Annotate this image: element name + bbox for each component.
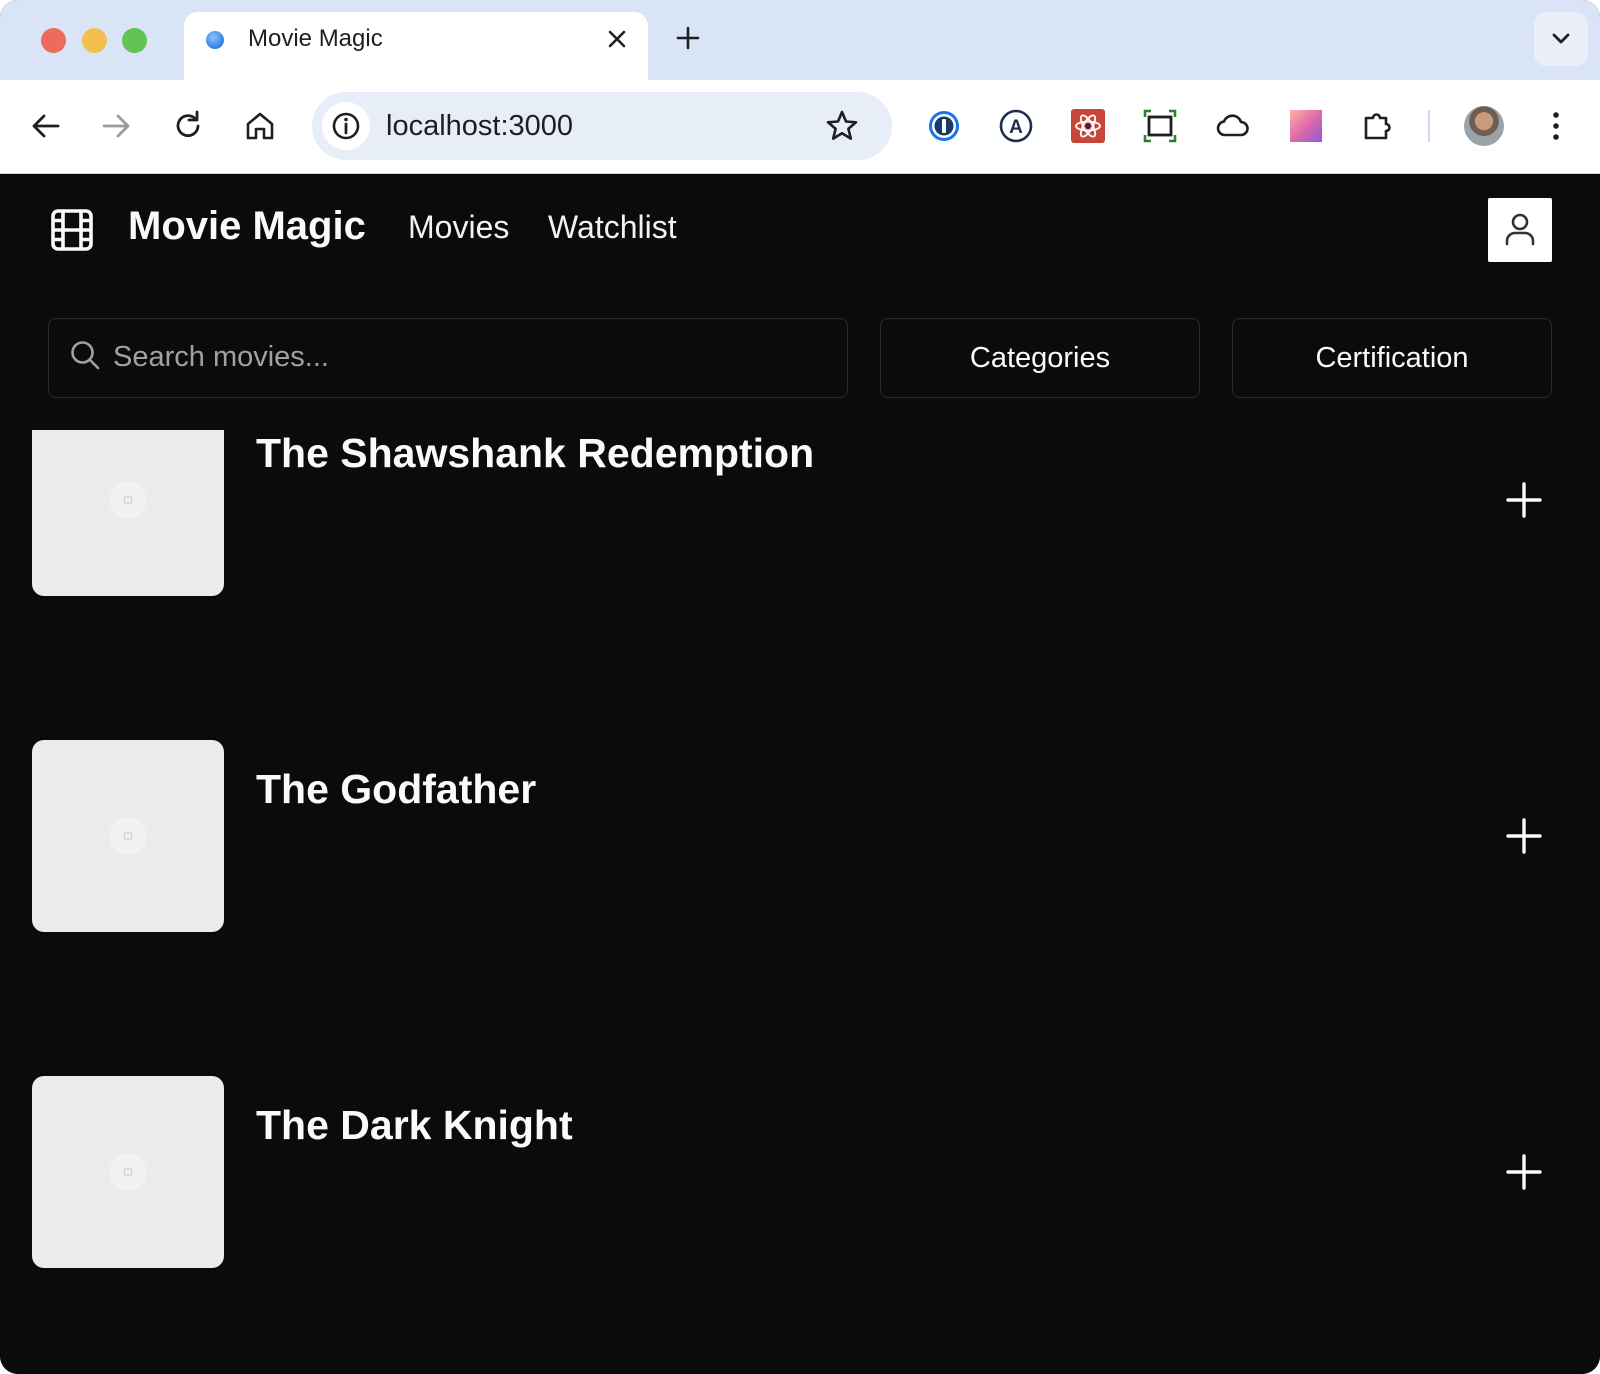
favicon-icon xyxy=(206,31,224,49)
minimize-window-button[interactable] xyxy=(82,28,107,53)
address-bar[interactable]: localhost:3000 xyxy=(312,92,892,160)
user-icon xyxy=(1505,213,1535,246)
add-to-watchlist-icon[interactable] xyxy=(1504,1152,1544,1192)
image-placeholder-icon xyxy=(109,481,147,519)
movie-title[interactable]: The Dark Knight xyxy=(256,1102,573,1149)
brand-title[interactable]: Movie Magic xyxy=(128,204,366,249)
add-to-watchlist-icon[interactable] xyxy=(1504,480,1544,520)
back-icon[interactable] xyxy=(26,106,66,146)
film-icon[interactable] xyxy=(50,208,94,252)
new-tab-icon[interactable] xyxy=(672,22,704,54)
browser-toolbar: localhost:3000 A xyxy=(0,80,1600,174)
chevron-down-icon xyxy=(1552,33,1570,44)
movie-item[interactable]: The Godfather xyxy=(32,740,1568,932)
screenshot-extension-icon[interactable] xyxy=(1140,106,1180,146)
nav-link-watchlist[interactable]: Watchlist xyxy=(548,209,677,246)
extensions-puzzle-icon[interactable] xyxy=(1358,106,1398,146)
app-root: Movie Magic Movies Watchlist Categories … xyxy=(0,174,1600,1374)
add-to-watchlist-icon[interactable] xyxy=(1504,816,1544,856)
react-devtools-extension-icon[interactable] xyxy=(1068,106,1108,146)
maximize-window-button[interactable] xyxy=(122,28,147,53)
accessibility-extension-icon[interactable]: A xyxy=(996,106,1036,146)
profile-avatar[interactable] xyxy=(1464,106,1504,146)
search-icon xyxy=(69,339,101,371)
close-tab-icon[interactable] xyxy=(604,26,630,52)
forward-icon[interactable] xyxy=(96,106,136,146)
nav-link-movies[interactable]: Movies xyxy=(408,209,509,246)
svg-text:A: A xyxy=(1009,117,1023,138)
certification-button[interactable]: Certification xyxy=(1232,318,1552,398)
cloud-extension-icon[interactable] xyxy=(1212,106,1252,146)
categories-button[interactable]: Categories xyxy=(880,318,1200,398)
user-account-button[interactable] xyxy=(1488,198,1552,262)
site-info-icon[interactable] xyxy=(322,102,370,150)
browser-tab[interactable]: Movie Magic xyxy=(184,12,648,82)
reload-icon[interactable] xyxy=(168,106,208,146)
image-placeholder-icon xyxy=(109,817,147,855)
movie-list: The Shawshank Redemption The Godfather T… xyxy=(0,430,1600,1374)
movie-poster-placeholder xyxy=(32,740,224,932)
image-placeholder-icon xyxy=(109,1153,147,1191)
url-text[interactable]: localhost:3000 xyxy=(386,110,573,143)
movie-poster-placeholder xyxy=(32,430,224,596)
movie-title[interactable]: The Godfather xyxy=(256,766,536,813)
tab-search-button[interactable] xyxy=(1534,12,1588,66)
movie-poster-placeholder xyxy=(32,1076,224,1268)
movie-item[interactable]: The Dark Knight xyxy=(32,1076,1568,1268)
home-icon[interactable] xyxy=(240,106,280,146)
password-manager-extension-icon[interactable] xyxy=(924,106,964,146)
bookmark-star-icon[interactable] xyxy=(822,106,862,146)
movie-title[interactable]: The Shawshank Redemption xyxy=(256,430,814,477)
search-box xyxy=(48,318,848,398)
tab-title: Movie Magic xyxy=(248,25,383,52)
toolbar-divider xyxy=(1428,110,1430,142)
tab-strip: Movie Magic xyxy=(0,0,1600,82)
color-palette-extension-icon[interactable] xyxy=(1286,106,1326,146)
more-options-icon[interactable] xyxy=(1536,106,1576,146)
close-window-button[interactable] xyxy=(41,28,66,53)
search-input[interactable] xyxy=(113,333,813,381)
browser-window: Movie Magic localhost:3000 A Movie Magic… xyxy=(0,0,1600,1374)
movie-item[interactable]: The Shawshank Redemption xyxy=(32,430,1568,596)
